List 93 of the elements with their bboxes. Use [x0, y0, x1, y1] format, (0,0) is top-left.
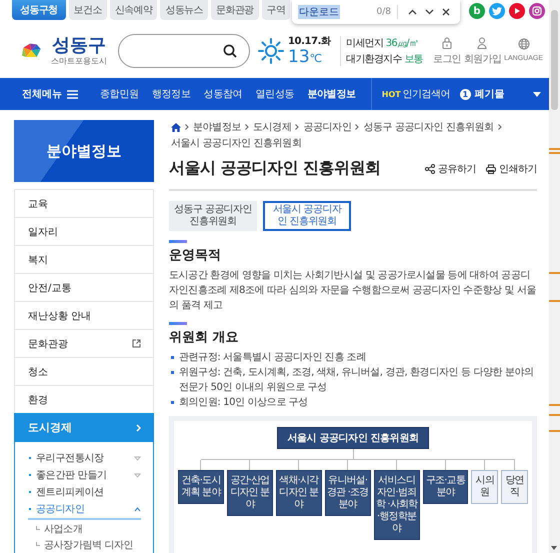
weather-date: 10.17.화	[288, 35, 332, 48]
org-node: 색채·시각디자인 분야	[276, 470, 322, 516]
sidebar-item[interactable]: 재난상황 안내	[14, 301, 154, 330]
sidebar-item[interactable]: 문화관광	[14, 329, 154, 358]
rank-badge: 1	[460, 88, 471, 100]
sidebar-item[interactable]: 복지	[14, 245, 154, 274]
close-icon[interactable]	[442, 8, 450, 16]
site-tab[interactable]: 성동뉴스	[160, 0, 208, 20]
org-root-node: 서울시 공공디자인 진흥위원회	[276, 427, 430, 449]
fine-dust-reading: 미세먼지 36㎍/㎥	[346, 37, 420, 50]
match-marker	[549, 430, 560, 432]
breadcrumb-link[interactable]: 서울시 공공디자인 진흥위원회	[171, 136, 302, 150]
page-title: 서울시 공공디자인 진흥위원회	[169, 158, 381, 179]
org-node: 구조·교통분야	[422, 470, 468, 504]
org-node: 당연직	[501, 470, 528, 504]
hot-tag: HOT	[382, 90, 401, 98]
home-icon[interactable]	[171, 122, 181, 132]
breadcrumb-link[interactable]: 도시경제	[253, 120, 292, 134]
popular-keyword[interactable]: 폐기물	[474, 87, 505, 101]
org-node: 시의원	[471, 470, 498, 504]
nav-item[interactable]: 행정정보	[152, 87, 191, 101]
sidebar-item[interactable]: 일자리	[14, 217, 154, 246]
sun-icon	[258, 38, 284, 64]
page-action-link[interactable]: 공유하기	[425, 162, 476, 176]
nav-item[interactable]: 열린성동	[255, 87, 294, 101]
sidebar-item[interactable]: 안전/교통	[14, 273, 154, 302]
match-marker	[549, 148, 560, 150]
org-node: 서비스디자인·범죄학 ·사회학·행정학분야	[374, 470, 420, 540]
person-icon[interactable]	[477, 36, 488, 48]
org-node: 공간·산업디자인 분야	[226, 470, 273, 516]
chevron-right-icon	[355, 124, 360, 130]
content-tab[interactable]: 서울시 공공디자인 진흥위원회	[263, 201, 351, 231]
globe-icon[interactable]	[518, 38, 530, 50]
site-tab[interactable]: 보건소	[68, 0, 107, 20]
site-tab[interactable]: 신속예약	[110, 0, 158, 20]
nav-item[interactable]: 분야별정보	[307, 87, 356, 101]
content-tab[interactable]: 성동구 공공디자인 진흥위원회	[169, 201, 257, 231]
match-marker	[549, 414, 560, 416]
camera-icon[interactable]	[529, 3, 545, 19]
scrollbar[interactable]	[549, 0, 560, 553]
scroll-down-icon[interactable]	[551, 546, 557, 550]
section-title: 분야별정보	[14, 120, 154, 182]
find-input[interactable]: 다운로드	[298, 5, 340, 19]
sidebar-item[interactable]: 환경	[14, 385, 154, 414]
lock-icon[interactable]	[442, 36, 452, 48]
chevron-right-icon	[295, 124, 300, 130]
sidebar-item[interactable]: 청소	[14, 357, 154, 386]
section-heading: 위원회 개요	[169, 322, 239, 346]
breadcrumb-link[interactable]: 공공디자인	[303, 120, 352, 134]
logo-name[interactable]: 성동구	[52, 36, 106, 56]
chevron-right-icon	[245, 124, 250, 130]
org-node: 건축·도시계획 분야	[178, 470, 224, 504]
section-heading: 운영목적	[169, 240, 221, 264]
search-field[interactable]	[118, 34, 250, 68]
chevron-down-icon[interactable]	[425, 9, 434, 15]
popular-search-label: 인기검색어	[402, 88, 450, 101]
search-icon[interactable]	[223, 44, 237, 58]
page-action-link[interactable]: 인쇄하기	[486, 162, 537, 176]
breadcrumb-link[interactable]: 분야별정보	[193, 120, 242, 134]
share-icon[interactable]	[425, 164, 435, 174]
all-menu-button[interactable]: 전체메뉴	[22, 87, 78, 101]
site-tab[interactable]: 구역	[262, 0, 290, 20]
submenu-link[interactable]: 공사장가림벽 디자인	[28, 536, 141, 552]
chevron-right-icon	[498, 124, 502, 130]
match-marker	[549, 404, 560, 406]
match-marker	[549, 152, 560, 154]
printer-icon[interactable]	[486, 164, 496, 174]
bird-icon[interactable]	[489, 3, 505, 19]
caret-icon[interactable]	[533, 92, 541, 96]
user-link[interactable]: 회원가입	[464, 36, 502, 66]
chevron-up-icon[interactable]	[408, 9, 417, 15]
air-quality-reading: 대기환경지수 보통	[346, 53, 423, 66]
external-link-icon[interactable]	[132, 339, 141, 348]
menu-icon	[67, 90, 78, 98]
site-tab[interactable]: 문화관광	[211, 0, 259, 20]
chevron-right-icon	[185, 124, 189, 130]
nav-item[interactable]: 종합민원	[100, 87, 139, 101]
match-marker	[549, 272, 560, 274]
section-paragraph: 도시공간 환경에 영향을 미치는 사회기반시설 및 공공가로시설물 등에 대하여 공공디자인진흥조례 제8조에 따라 심의와 자문을 수행함으로써 공공디자인 수준향상 및 서울의 품격 제고	[169, 269, 537, 313]
scrollbar-thumb[interactable]	[551, 10, 558, 110]
sidebar-item[interactable]: 교육	[14, 189, 154, 218]
user-link[interactable]: 로그인	[432, 36, 461, 66]
logo-tagline: 스마트포용도시	[51, 56, 107, 66]
site-tab[interactable]: 성동구청	[12, 0, 66, 20]
match-count: 0/8	[376, 7, 392, 17]
match-marker	[549, 300, 560, 302]
temperature: 13℃	[288, 48, 323, 68]
play-icon[interactable]	[509, 3, 525, 19]
org-node: 유니버설·경관 ·조경분야	[324, 470, 371, 516]
nav-item[interactable]: 성동참여	[204, 87, 242, 101]
breadcrumb-link[interactable]: 성동구 공공디자인 진흥위원회	[363, 120, 494, 134]
chevron-right-icon	[136, 424, 141, 432]
submenu-link[interactable]: 사업소개	[28, 520, 141, 536]
